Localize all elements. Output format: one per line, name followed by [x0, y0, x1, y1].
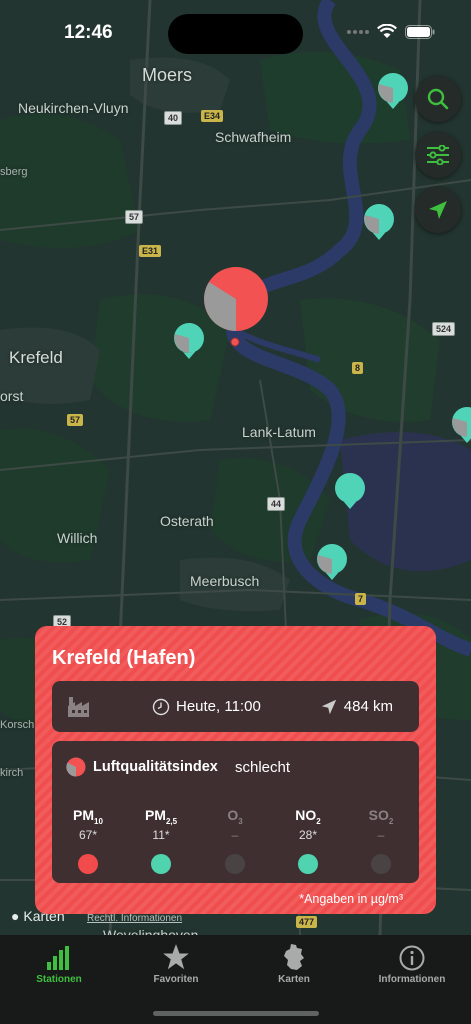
place-label: sberg [0, 166, 28, 178]
place-label: Schwafheim [215, 129, 292, 145]
pollutant-value: 11* [152, 827, 170, 842]
pollutant-so2: SO2 – [353, 807, 409, 874]
bar-chart-icon [47, 946, 69, 970]
locate-button[interactable] [415, 187, 461, 233]
germany-map-icon [284, 944, 304, 970]
place-label: Willich [57, 530, 98, 546]
industry-icon [68, 697, 89, 717]
apple-logo-icon: ● [11, 908, 20, 924]
tab-label: Favoriten [153, 974, 199, 985]
station-marker[interactable] [334, 472, 366, 510]
air-quality-panel: Luftqualitätsindex schlecht PM10 67* PM2… [52, 741, 419, 883]
aqi-value: schlecht [235, 759, 291, 776]
place-label: Wevelinghoven [103, 927, 199, 935]
units-footnote: *Angaben in µg/m³ [299, 892, 403, 906]
pollutant-pm10: PM10 67* [60, 807, 116, 874]
place-label: Moers [142, 65, 193, 85]
road-shield: 524 [432, 322, 456, 336]
pollutant-status-dot [371, 853, 391, 874]
pollutant-value: – [231, 827, 239, 842]
signal-dots-icon [347, 29, 369, 34]
legal-link[interactable]: Rechtl. Informationen [87, 913, 182, 924]
aqi-pie-icon [66, 757, 86, 777]
pollutant-no2: NO2 28* [280, 807, 336, 874]
tab-label: Informationen [378, 974, 446, 985]
station-marker[interactable] [363, 203, 395, 241]
road-shield: 44 [267, 497, 286, 511]
pollutant-status-dot [151, 853, 171, 874]
battery-icon [405, 24, 435, 39]
road-shield: 7 [355, 593, 367, 605]
home-indicator[interactable] [153, 1011, 319, 1016]
tab-stationen[interactable]: Stationen [9, 941, 109, 985]
road-shield: E34 [201, 110, 224, 122]
location-arrow-icon [321, 699, 336, 714]
tab-karten[interactable]: Karten [244, 941, 344, 985]
pollutant-value: 67* [78, 827, 98, 842]
road-shield: 57 [67, 414, 84, 426]
place-label: Neukirchen-Vluyn [18, 100, 129, 116]
tab-informationen[interactable]: Informationen [362, 941, 462, 985]
status-time: 12:46 [64, 22, 113, 43]
station-marker[interactable] [173, 322, 205, 360]
road-shield: E31 [139, 245, 162, 257]
place-label: Korsch [0, 719, 35, 731]
station-marker-selected[interactable] [203, 266, 269, 348]
search-button[interactable] [415, 76, 461, 122]
place-label: Osterath [160, 513, 214, 529]
station-card[interactable]: Krefeld (Hafen) Heute, 11:00 484 km Luft… [35, 626, 436, 914]
road-shield: 40 [164, 111, 183, 125]
pollutant-value: 28* [298, 827, 318, 842]
star-icon [163, 944, 189, 970]
pollutant-value: – [377, 827, 385, 842]
clock-icon [152, 698, 170, 715]
place-label: kirch [0, 767, 24, 779]
location-arrow-icon [429, 201, 447, 219]
road-shield: 477 [296, 916, 318, 928]
aqi-label: Luftqualitätsindex [93, 759, 218, 775]
station-name: Krefeld (Hafen) [52, 647, 196, 669]
station-distance: 484 km [343, 698, 393, 715]
pollutant-status-dot [78, 853, 98, 874]
road-shield: 8 [352, 362, 364, 374]
station-marker[interactable] [316, 543, 348, 581]
wifi-icon [377, 24, 397, 38]
station-info-row: Heute, 11:00 484 km [52, 681, 419, 732]
pollutant-status-dot [298, 853, 318, 874]
tab-favoriten[interactable]: Favoriten [126, 941, 226, 985]
status-bar: 12:46 [0, 0, 471, 60]
sliders-icon [427, 145, 449, 165]
tab-label: Stationen [36, 974, 82, 985]
pollutant-pm25: PM2,5 11* [133, 807, 189, 874]
road-shield: 57 [125, 210, 144, 224]
station-marker[interactable] [377, 72, 409, 110]
pollutant-status-dot [225, 853, 245, 874]
place-label: Meerbusch [190, 573, 260, 589]
place-label: orst [0, 388, 24, 404]
dynamic-island [168, 14, 303, 54]
info-icon [399, 945, 425, 971]
pollutant-o3: O3 – [207, 807, 263, 874]
tab-label: Karten [278, 974, 310, 985]
measurement-time: Heute, 11:00 [176, 698, 261, 715]
filter-button[interactable] [415, 132, 461, 178]
place-label: Lank-Latum [242, 424, 316, 440]
place-label: Krefeld [9, 348, 63, 367]
search-icon [427, 88, 449, 110]
station-marker[interactable] [451, 406, 471, 444]
